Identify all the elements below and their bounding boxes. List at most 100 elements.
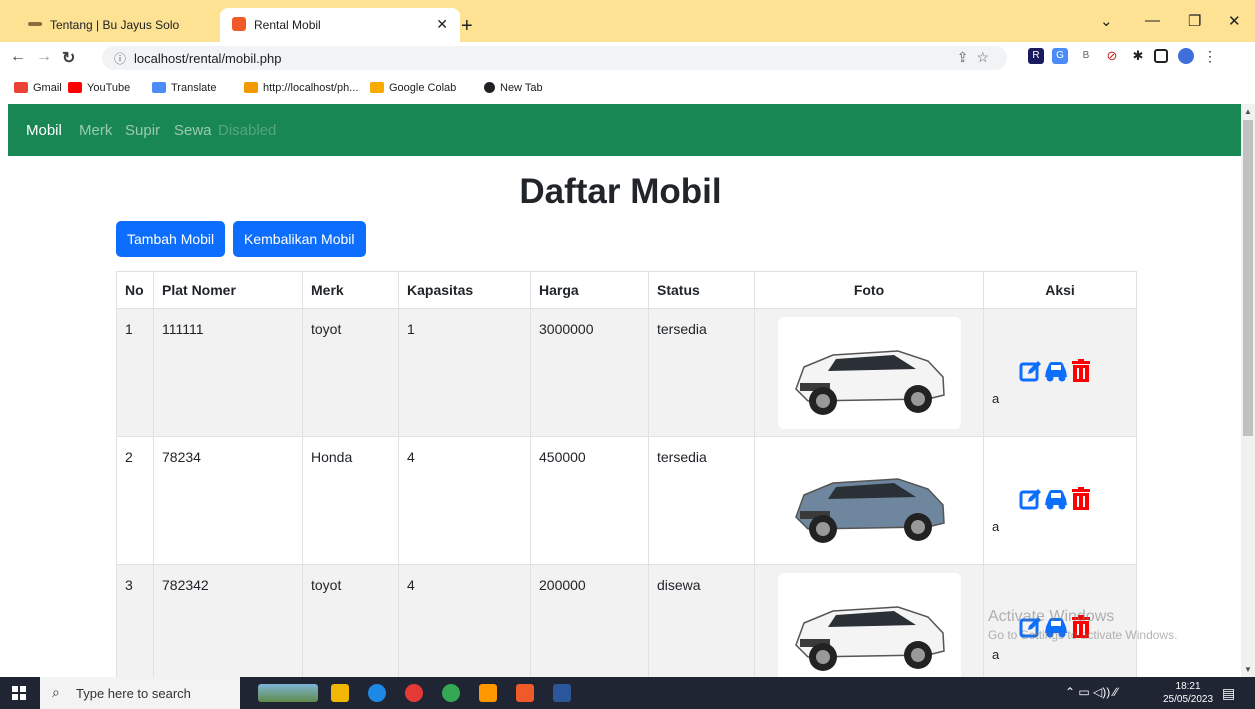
tab-search-chevron-icon[interactable]: ⌄ xyxy=(1100,12,1113,30)
more-menu-icon[interactable]: ⋮ xyxy=(1202,48,1218,64)
taskbar-search[interactable]: ⌕ Type here to search xyxy=(40,677,240,709)
bookmark-translate[interactable]: Translate xyxy=(152,82,216,94)
car-image xyxy=(795,350,945,415)
browser-tab-strip: Tentang | Bu Jayus Solo ✕ Rental Mobil ✕… xyxy=(0,0,1255,42)
add-car-button[interactable]: Tambah Mobil xyxy=(116,221,226,257)
bookmark-localhost[interactable]: http://localhost/ph... xyxy=(244,82,358,94)
phpmyadmin-icon xyxy=(244,82,258,93)
bookmark-youtube[interactable]: YouTube xyxy=(68,82,130,94)
watermark-title: Activate Windows xyxy=(988,608,1115,625)
search-icon: ⌕ xyxy=(52,684,60,700)
extensions-puzzle-icon[interactable]: ✱ xyxy=(1130,48,1146,64)
row-actions xyxy=(1019,359,1109,385)
status-cell: tersedia xyxy=(648,308,755,437)
reload-icon[interactable]: ↻ xyxy=(62,48,75,68)
column-header: Kapasitas xyxy=(398,271,531,309)
row-number-cell: 2 xyxy=(116,436,154,565)
xampp-icon[interactable] xyxy=(516,684,534,702)
system-clock[interactable]: 18:21 25/05/2023 xyxy=(1163,680,1213,706)
car-rent-icon[interactable] xyxy=(1043,360,1069,382)
column-header: Harga xyxy=(530,271,649,309)
clock-date: 25/05/2023 xyxy=(1163,694,1214,705)
file-explorer-icon[interactable] xyxy=(331,684,349,702)
status-cell: disewa xyxy=(648,564,755,677)
gmail-icon xyxy=(14,82,28,93)
top-navbar: Mobil Merk Supir Sewa Disabled xyxy=(8,104,1241,156)
tab-rental-mobil[interactable]: Rental Mobil ✕ xyxy=(220,8,460,42)
price-cell: 200000 xyxy=(530,564,649,677)
scroll-up-icon[interactable]: ▲ xyxy=(1244,107,1252,116)
brand-cell: toyot xyxy=(302,564,399,677)
chrome-icon[interactable] xyxy=(442,684,460,702)
new-tab-icon[interactable]: + xyxy=(461,15,473,38)
minimize-icon[interactable]: — xyxy=(1145,12,1160,29)
extension-translate-icon[interactable]: G xyxy=(1052,48,1068,64)
table-header-row: No Plat Nomer Merk Kapasitas Harga Statu… xyxy=(116,271,1137,309)
xampp-favicon-icon xyxy=(232,17,246,31)
scrollbar-thumb[interactable] xyxy=(1243,120,1253,436)
extension-r1-icon[interactable]: R xyxy=(1028,48,1044,64)
return-car-button[interactable]: Kembalikan Mobil xyxy=(233,221,366,257)
car-photo xyxy=(778,445,961,557)
restore-icon[interactable]: ❐ xyxy=(1188,12,1201,30)
share-and-bookmark-icons[interactable]: ⇪☆ xyxy=(957,49,997,66)
page-title: Daftar Mobil xyxy=(519,172,722,211)
car-rent-icon[interactable] xyxy=(1043,488,1069,510)
url-bar[interactable]: ⓘ localhost/rental/mobil.php ⇪☆ xyxy=(102,46,1007,70)
action-note: a xyxy=(992,391,1000,406)
nav-item-merk[interactable]: Merk xyxy=(79,122,112,139)
edit-icon[interactable] xyxy=(1019,487,1043,511)
colab-icon xyxy=(370,82,384,93)
column-header: Aksi xyxy=(983,271,1137,309)
bookmark-newtab[interactable]: New Tab xyxy=(484,82,543,94)
close-tab-icon[interactable]: ✕ xyxy=(436,16,448,33)
column-header: Foto xyxy=(754,271,984,309)
tray-icons[interactable]: ⌃ ▭ ◁)) ∕∕ xyxy=(1065,685,1118,699)
photo-cell xyxy=(754,308,984,437)
car-image xyxy=(795,478,945,543)
scroll-down-icon[interactable]: ▼ xyxy=(1244,665,1252,674)
brand-cell: Honda xyxy=(302,436,399,565)
delete-icon[interactable] xyxy=(1071,487,1091,511)
forward-icon[interactable]: → xyxy=(36,48,52,66)
nav-item-supir[interactable]: Supir xyxy=(125,122,160,139)
actions-cell: a xyxy=(983,308,1137,437)
column-header: Merk xyxy=(302,271,399,309)
tab-tentang[interactable]: Tentang | Bu Jayus Solo ✕ xyxy=(16,8,248,42)
row-number-cell: 3 xyxy=(116,564,154,677)
close-window-icon[interactable]: ✕ xyxy=(1228,12,1241,30)
site-info-icon[interactable]: ⓘ xyxy=(114,50,126,67)
youtube-icon xyxy=(68,82,82,93)
back-icon[interactable]: ← xyxy=(10,48,26,66)
bookmark-colab[interactable]: Google Colab xyxy=(370,82,456,94)
row-actions xyxy=(1019,487,1109,513)
nav-item-sewa[interactable]: Sewa xyxy=(174,122,212,139)
capacity-cell: 1 xyxy=(398,308,531,437)
notifications-icon[interactable]: ▤ xyxy=(1222,685,1235,702)
windows-taskbar: ⌕ Type here to search ⌃ ▭ ◁)) ∕∕ 18:21 2… xyxy=(0,677,1255,709)
side-panel-icon[interactable] xyxy=(1154,49,1168,63)
page-scrollbar[interactable]: ▲ ▼ xyxy=(1241,104,1255,677)
extension-b-icon[interactable]: B xyxy=(1078,48,1094,64)
sublime-icon[interactable] xyxy=(479,684,497,702)
translate-icon xyxy=(152,82,166,93)
bookmarks-bar: Gmail YouTube Translate http://localhost… xyxy=(0,74,1255,105)
edit-icon[interactable] xyxy=(1019,359,1043,383)
profile-avatar-icon[interactable] xyxy=(1178,48,1194,64)
site-favicon-icon xyxy=(28,22,42,26)
extension-blocker-icon[interactable]: ⊘ xyxy=(1104,48,1120,64)
price-cell: 450000 xyxy=(530,436,649,565)
search-highlight-icon[interactable] xyxy=(258,684,318,702)
car-image xyxy=(795,606,945,671)
word-icon[interactable] xyxy=(553,684,571,702)
edge-icon[interactable] xyxy=(368,684,386,702)
delete-icon[interactable] xyxy=(1071,359,1091,383)
opera-icon[interactable] xyxy=(405,684,423,702)
bookmark-gmail[interactable]: Gmail xyxy=(14,82,62,94)
plate-number-cell: 782342 xyxy=(153,564,303,677)
nav-item-mobil[interactable]: Mobil xyxy=(26,122,62,139)
page-viewport: Mobil Merk Supir Sewa Disabled Daftar Mo… xyxy=(0,104,1241,677)
price-cell: 3000000 xyxy=(530,308,649,437)
photo-cell xyxy=(754,436,984,565)
windows-start-icon[interactable] xyxy=(12,686,26,700)
